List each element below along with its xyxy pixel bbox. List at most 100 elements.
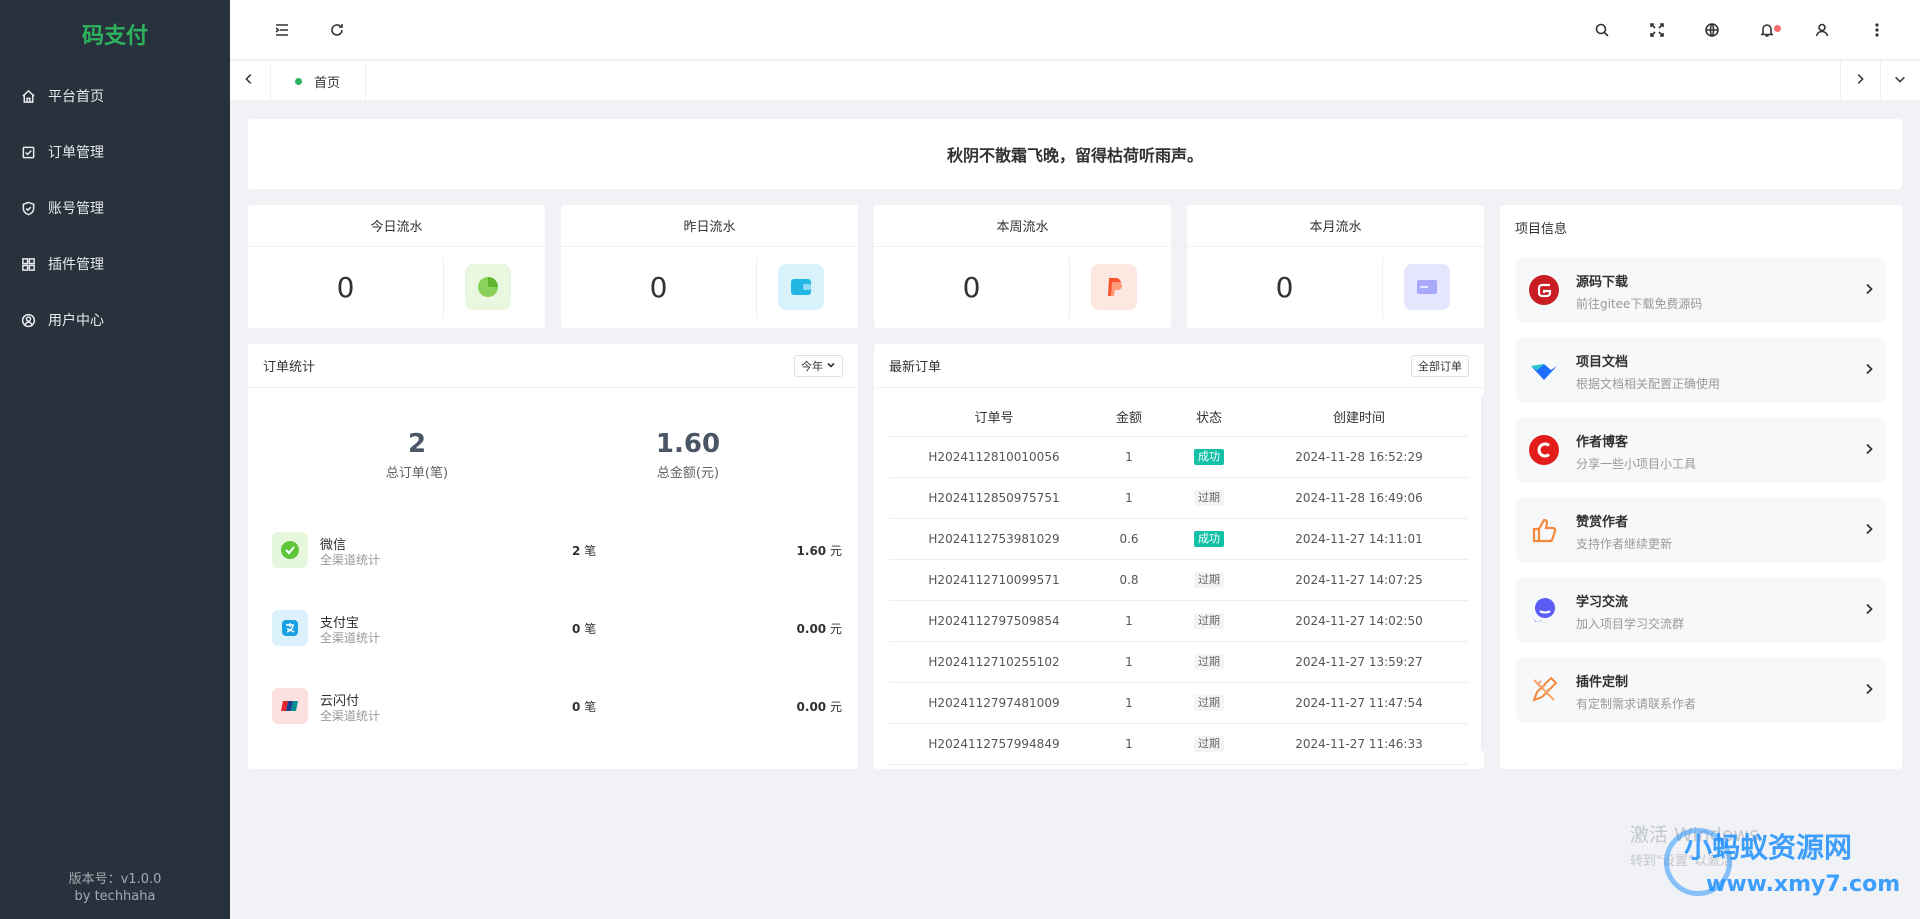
project-link-csdn[interactable]: 作者博客 分享一些小项目小工具 (1516, 417, 1886, 483)
channel-count: 0 笔 (572, 622, 597, 636)
sidebar-item-user-center[interactable]: 用户中心 (0, 292, 230, 348)
chevron-right-icon (1862, 682, 1876, 696)
tabs-dropdown[interactable] (1880, 61, 1918, 101)
order-status-cell: 过期 (1159, 695, 1259, 711)
stat-title: 今日流水 (248, 205, 545, 247)
stat-card-month: 本月流水 0 (1187, 205, 1484, 328)
project-item-desc: 加入项目学习交流群 (1576, 617, 1685, 631)
tabs-scroll-right[interactable] (1840, 61, 1878, 101)
project-link-chat[interactable]: 学习交流 加入项目学习交流群 (1516, 577, 1886, 643)
more-vertical-icon[interactable] (1867, 20, 1887, 40)
project-link-pencil-ruler[interactable]: 插件定制 有定制需求请联系作者 (1516, 657, 1886, 723)
total-orders-value: 2 (407, 429, 427, 459)
channel-row-wechat: 微信 全渠道统计 2 笔 1.60 元 (272, 530, 842, 570)
tabs-scroll-left[interactable] (230, 61, 268, 101)
table-row[interactable]: H2024112850975751 1 过期 2024-11-28 16:49:06 (889, 478, 1469, 519)
total-amount: 1.60 总金额(元) (588, 428, 788, 481)
year-filter-select[interactable]: 今年 (794, 355, 843, 377)
divider (1382, 257, 1383, 319)
panel-title: 订单统计 (263, 360, 316, 375)
project-item-title: 项目文档 (1576, 355, 1629, 370)
table-row[interactable]: H2024112810010056 1 成功 2024-11-28 16:52:29 (889, 437, 1469, 478)
table-row[interactable]: H2024112797481009 1 过期 2024-11-27 11:47:54 (889, 683, 1469, 724)
table-row[interactable]: H2024112710099571 0.8 过期 2024-11-27 14:07:2… (889, 560, 1469, 601)
order-amount: 1 (1125, 614, 1133, 628)
table-row[interactable]: H2024112710255102 1 过期 2024-11-27 13:59:27 (889, 642, 1469, 683)
table-row[interactable]: H2024112757994849 1 过期 2024-11-27 11:46:33 (889, 724, 1469, 765)
panel-header: 项目信息 (1500, 205, 1902, 249)
chevron-right-icon (1862, 442, 1876, 456)
collapse-menu-icon[interactable] (272, 20, 292, 40)
sidebar-item-orders[interactable]: 订单管理 (0, 124, 230, 180)
home-icon (20, 88, 36, 104)
status-badge: 过期 (1194, 695, 1224, 711)
chevron-right-icon (1853, 72, 1867, 90)
order-status-cell: 过期 (1159, 572, 1259, 588)
bell-icon[interactable] (1757, 20, 1781, 40)
order-amount: 1 (1125, 491, 1133, 505)
total-orders: 2 总订单(笔) (317, 428, 517, 481)
order-time: 2024-11-27 14:02:50 (1295, 614, 1423, 628)
stat-card-yesterday: 昨日流水 0 (561, 205, 858, 328)
all-orders-button[interactable]: 全部订单 (1411, 355, 1469, 377)
order-status-cell: 成功 (1159, 449, 1259, 465)
stat-card-today: 今日流水 0 (248, 205, 545, 328)
quote-banner: 秋阴不散霜飞晚，留得枯荷听雨声。 (248, 119, 1902, 189)
project-item-title: 作者博客 (1576, 435, 1629, 450)
project-link-gitee[interactable]: 源码下载 前往gitee下载免费源码 (1516, 257, 1886, 323)
chevron-right-icon (1862, 282, 1876, 296)
order-amount: 1 (1125, 696, 1133, 710)
sidebar-item-plugins[interactable]: 插件管理 (0, 236, 230, 292)
total-amount-label: 总金额(元) (656, 466, 720, 481)
order-status-cell: 过期 (1159, 490, 1259, 506)
refresh-icon[interactable] (327, 20, 347, 40)
order-number: H2024112797481009 (928, 696, 1060, 710)
chat-icon (1528, 594, 1560, 626)
divider (756, 257, 757, 319)
sidebar-item-home[interactable]: 平台首页 (0, 68, 230, 124)
panel-header: 最新订单 全部订单 (874, 344, 1484, 388)
notification-dot (1774, 25, 1781, 32)
thumbs-up-icon (1528, 514, 1560, 546)
shield-icon (20, 200, 36, 216)
search-icon[interactable] (1592, 20, 1612, 40)
sidebar-item-accounts[interactable]: 账号管理 (0, 180, 230, 236)
user-icon[interactable] (1812, 20, 1832, 40)
stat-title: 本周流水 (874, 205, 1171, 247)
stat-title: 昨日流水 (561, 205, 858, 247)
project-link-docs[interactable]: 项目文档 根据文档相关配置正确使用 (1516, 337, 1886, 403)
pie-chart-icon (465, 264, 511, 310)
channel-amount: 0.00 元 (796, 700, 842, 714)
order-number: H2024112753981029 (928, 532, 1060, 546)
project-link-thumbs-up[interactable]: 赞赏作者 支持作者继续更新 (1516, 497, 1886, 563)
order-number: H2024112710255102 (928, 655, 1060, 669)
order-time: 2024-11-27 11:47:54 (1295, 696, 1423, 710)
order-stats-panel: 订单统计 今年 2 总订单(笔) 1.60 总金额(元) 微信 全渠道统计 2 … (248, 344, 858, 769)
site-watermark-url: www.xmy7.com (1706, 872, 1901, 897)
table-scrollbar[interactable] (1481, 396, 1484, 751)
tab-home[interactable]: 首页 (270, 61, 366, 101)
table-row[interactable]: H2024112753981029 0.6 成功 2024-11-27 14:11:0… (889, 519, 1469, 560)
author-text: by techhaha (74, 889, 156, 904)
app-logo[interactable]: 码支付 (0, 0, 230, 68)
order-status-cell: 过期 (1159, 613, 1259, 629)
table-row[interactable]: H2024112797509854 1 过期 2024-11-27 14:02:50 (889, 601, 1469, 642)
order-number: H2024112797509854 (928, 614, 1060, 628)
status-badge: 过期 (1194, 654, 1224, 670)
order-amount: 1 (1125, 450, 1133, 464)
sidebar-item-label: 平台首页 (48, 89, 104, 105)
project-item-desc: 前往gitee下载免费源码 (1576, 297, 1703, 311)
select-value: 今年 (801, 360, 823, 373)
total-orders-label: 总订单(笔) (385, 466, 449, 481)
order-number: H2024112710099571 (928, 573, 1060, 587)
checklist-icon (20, 144, 36, 160)
divider (443, 257, 444, 319)
panel-title: 项目信息 (1515, 221, 1568, 237)
project-item-title: 赞赏作者 (1576, 515, 1629, 530)
order-amount: 0.6 (1119, 532, 1139, 546)
fullscreen-icon[interactable] (1647, 20, 1667, 40)
chevron-left-icon (242, 72, 256, 90)
language-globe-icon[interactable] (1702, 20, 1722, 40)
chevron-right-icon (1862, 602, 1876, 616)
order-status-cell: 成功 (1159, 531, 1259, 547)
